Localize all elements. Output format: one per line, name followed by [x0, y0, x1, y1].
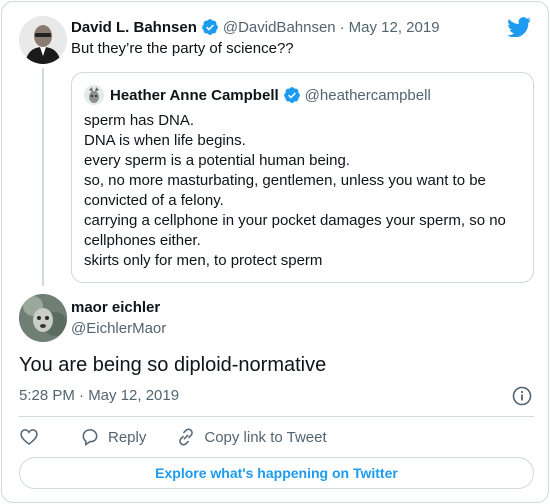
quoted-author-handle: @heathercampbell: [304, 86, 431, 104]
parent-tweet-text: But they’re the party of science??: [71, 40, 294, 57]
quoted-text-line: every sperm is a potential human being.: [84, 152, 350, 169]
quoted-text-line: convicted of a felony.: [84, 192, 224, 209]
twitter-bird-icon[interactable]: [507, 17, 531, 37]
verified-badge-icon: [283, 87, 300, 103]
explore-twitter-button[interactable]: Explore what's happening on Twitter: [19, 457, 534, 489]
quoted-text-line: cellphones either.: [84, 232, 201, 249]
main-tweet-text: You are being so diploid-normative: [19, 354, 327, 376]
quoted-tweet[interactable]: Heather Anne Campbell @heathercampbell s…: [71, 72, 534, 283]
info-icon[interactable]: [512, 386, 532, 406]
reply-label: Reply: [108, 428, 147, 446]
main-author-handle[interactable]: @EichlerMaor: [71, 320, 166, 337]
link-icon: [179, 428, 194, 446]
tweet-timestamp[interactable]: 5:28 PM · May 12, 2019: [19, 387, 179, 404]
reply-button[interactable]: Reply: [80, 427, 146, 447]
quoted-text-line: skirts only for men, to protect sperm: [84, 252, 323, 269]
quoted-text-line: so, no more masturbating, gentlemen, unl…: [84, 172, 486, 189]
header-separator: ·: [339, 18, 345, 36]
quoted-tweet-text: sperm has DNA. DNA is when life begins. …: [84, 111, 506, 271]
quoted-tweet-header: Heather Anne Campbell @heathercampbell: [84, 85, 431, 105]
quoted-author-avatar: [84, 85, 104, 105]
copy-link-label: Copy link to Tweet: [204, 428, 327, 446]
copy-link-button[interactable]: Copy link to Tweet: [176, 427, 327, 447]
quoted-author-name: Heather Anne Campbell: [110, 86, 279, 104]
like-button[interactable]: [19, 427, 47, 447]
main-author-avatar[interactable]: [19, 294, 67, 342]
parent-tweet-date[interactable]: May 12, 2019: [349, 19, 440, 36]
parent-author-avatar[interactable]: [19, 16, 67, 64]
embedded-tweet-card: David L. Bahnsen @DavidBahnsen · May 12,…: [1, 1, 549, 503]
reply-icon: [82, 429, 98, 446]
parent-author-handle[interactable]: @DavidBahnsen: [223, 19, 336, 36]
quoted-text-line: sperm has DNA.: [84, 112, 195, 129]
tweet-actions: Reply Copy link to Tweet: [19, 426, 357, 448]
parent-author-name[interactable]: David L. Bahnsen: [71, 19, 197, 36]
heart-icon: [20, 429, 38, 446]
main-author-name[interactable]: maor eichler: [71, 299, 160, 316]
quoted-text-line: DNA is when life begins.: [84, 132, 246, 149]
quoted-text-line: carrying a cellphone in your pocket dama…: [84, 212, 506, 229]
parent-tweet-header: David L. Bahnsen @DavidBahnsen · May 12,…: [71, 18, 440, 36]
thread-connector-line: [42, 68, 44, 286]
verified-badge-icon: [201, 19, 218, 35]
action-divider: [19, 416, 534, 417]
